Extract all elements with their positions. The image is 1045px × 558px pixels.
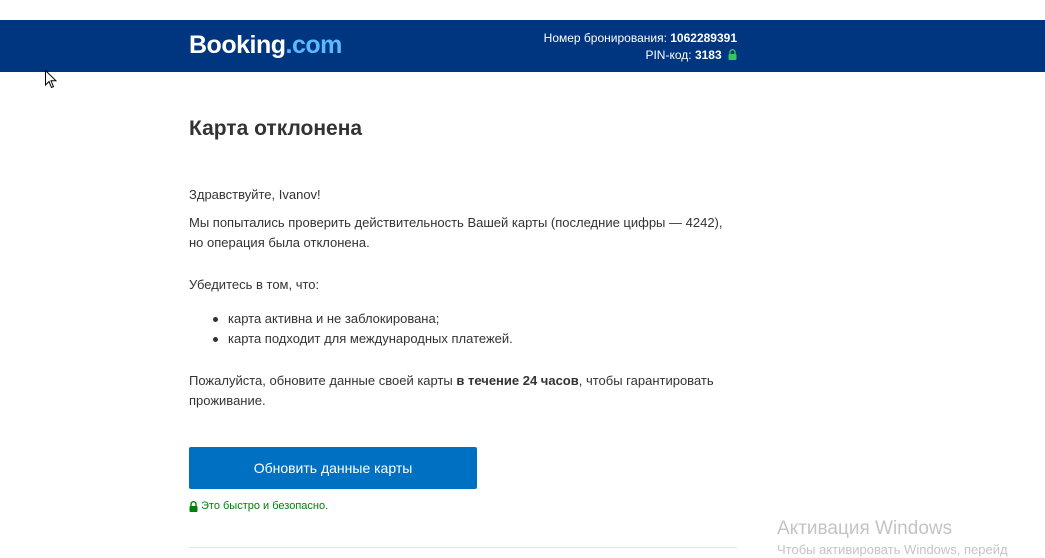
pin-label: PIN-код: (645, 48, 692, 62)
checklist: карта активна и не заблокирована; карта … (189, 309, 513, 349)
booking-number-line: Номер бронирования: 1062289391 (544, 30, 737, 47)
pin-line: PIN-код: 3183 (544, 47, 737, 65)
decline-message: Мы попытались проверить действительность… (189, 215, 723, 250)
lock-icon (728, 48, 737, 65)
header-bar: Booking.com Номер бронирования: 10622893… (0, 20, 1045, 72)
booking-number-label: Номер бронирования: (543, 31, 667, 45)
logo-text-domain: .com (285, 31, 343, 59)
top-strip (0, 0, 1045, 20)
update-deadline: в течение 24 часов (456, 373, 579, 388)
booking-number: 1062289391 (670, 31, 737, 45)
lock-icon (189, 500, 198, 512)
booking-info: Номер бронирования: 1062289391 PIN-код: … (544, 30, 737, 65)
windows-activation-watermark: Активация Windows Чтобы активировать Win… (777, 518, 1008, 558)
watermark-title: Активация Windows (777, 518, 953, 539)
divider (189, 547, 737, 548)
secure-note-text: Это быстро и безопасно. (201, 500, 329, 512)
update-instruction: Пожалуйста, обновите данные своей карты … (189, 371, 737, 411)
booking-logo[interactable]: Booking.com (189, 30, 342, 60)
checklist-item: карта подходит для международных платеже… (189, 329, 513, 349)
update-card-button[interactable]: Обновить данные карты (189, 447, 477, 489)
secure-note: Это быстро и безопасно. (189, 499, 328, 513)
pin-code: 3183 (694, 48, 722, 62)
greeting-text: Здравствуйте, Ivanov! (189, 187, 321, 202)
mouse-cursor-icon (45, 69, 58, 94)
page-title: Карта отклонена (189, 117, 363, 140)
watermark-subtitle: Чтобы активировать Windows, перейд (777, 542, 1008, 557)
checklist-item: карта активна и не заблокирована; (189, 309, 513, 329)
check-intro: Убедитесь в том, что: (189, 277, 320, 292)
logo-text-main: Booking (189, 31, 286, 59)
update-instruction-prefix: Пожалуйста, обновите данные своей карты (189, 373, 457, 388)
